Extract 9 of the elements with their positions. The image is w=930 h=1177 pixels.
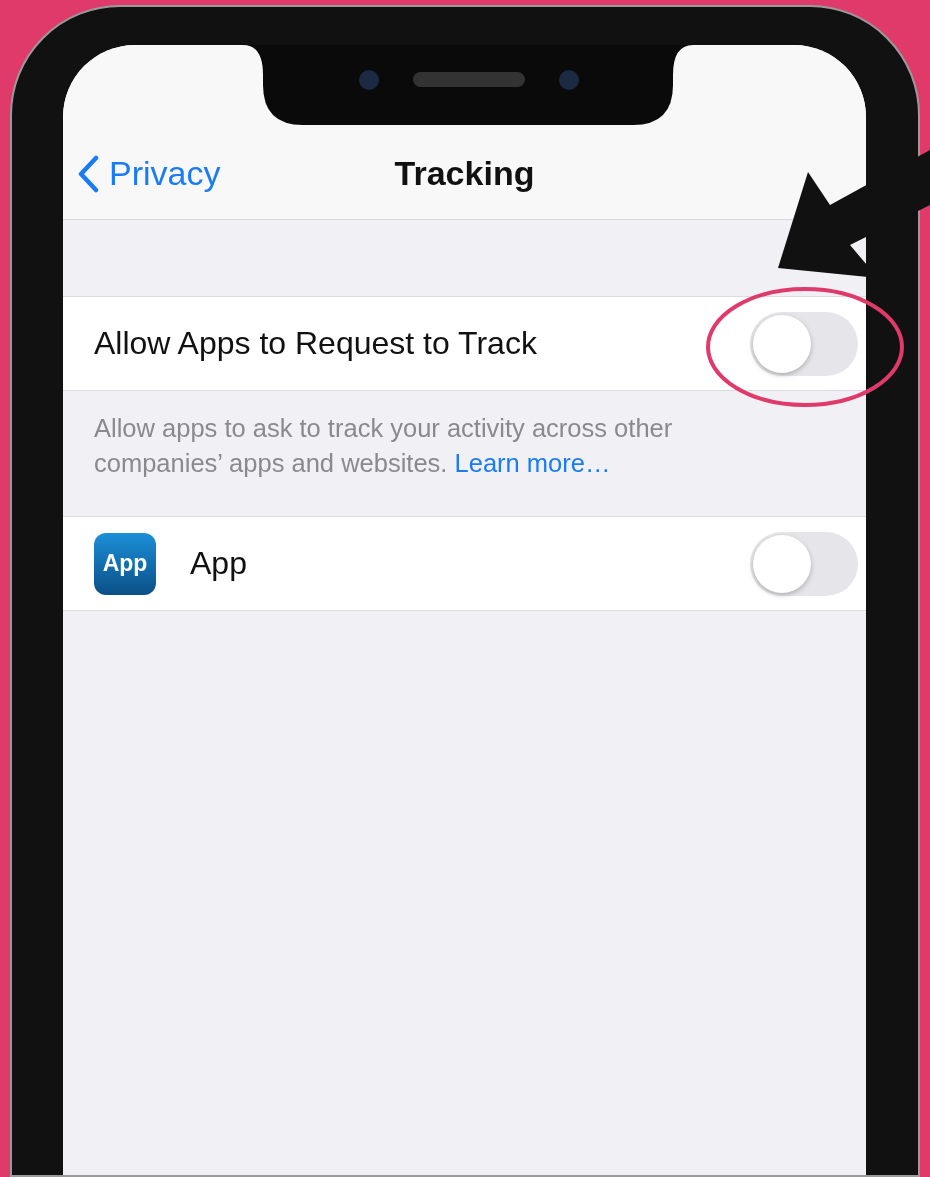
back-button[interactable]: Privacy — [77, 154, 221, 193]
chevron-left-icon — [77, 154, 99, 193]
app-icon: App — [94, 532, 156, 595]
learn-more-link[interactable]: Learn more… — [454, 449, 611, 477]
back-label: Privacy — [109, 154, 221, 193]
screen-title: Tracking — [394, 154, 535, 193]
setting-label: Allow Apps to Request to Track — [94, 325, 538, 362]
app-name: App — [190, 545, 248, 582]
description-text: Allow apps to ask to track your activity across other companies’ apps and websites. Learn more… — [93, 413, 674, 479]
